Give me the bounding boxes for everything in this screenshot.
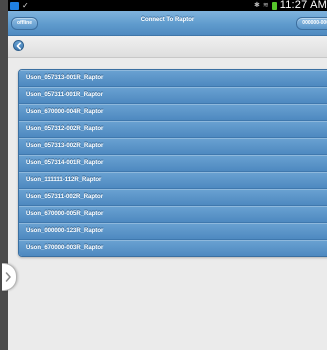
battery-icon — [271, 1, 277, 10]
back-arrow-icon — [16, 42, 21, 50]
list-item[interactable]: Uson_670000-005R_Raptor — [19, 206, 327, 223]
list-item[interactable]: Uson_057314-001R_Raptor — [19, 155, 327, 172]
list-item[interactable]: Uson_670000-004R_Raptor — [19, 104, 327, 121]
wifi-icon: ≋ — [262, 2, 269, 9]
list-item[interactable]: Uson_000000-123R_Raptor — [19, 223, 327, 240]
list-item[interactable]: Uson_670000-003R_Raptor — [19, 240, 327, 256]
list-item[interactable]: Uson_057313-001R_Raptor — [19, 70, 327, 87]
list-item[interactable]: Uson_057311-002R_Raptor — [19, 189, 327, 206]
list-item[interactable]: Uson_057311-001R_Raptor — [19, 87, 327, 104]
app-screen: ✓ ✱ ≋ 11:27 AM offline Connect To Raptor… — [8, 0, 327, 350]
notification-app-icon — [10, 1, 19, 10]
toolbar — [8, 36, 327, 58]
chevron-right-icon — [5, 272, 11, 282]
back-button[interactable] — [13, 40, 24, 51]
header-bar: offline Connect To Raptor 000000-000 — [8, 11, 327, 36]
list-item[interactable]: Uson_111111-112R_Raptor — [19, 172, 327, 189]
device-list: Uson_057313-001R_Raptor Uson_057311-001R_… — [18, 69, 327, 257]
status-bar: ✓ ✱ ≋ 11:27 AM — [8, 0, 327, 11]
list-item[interactable]: Uson_057312-002R_Raptor — [19, 121, 327, 138]
page-title: Connect To Raptor — [140, 17, 195, 23]
check-icon: ✓ — [22, 1, 29, 10]
clock: 11:27 AM — [279, 0, 327, 11]
status-left: ✓ — [10, 1, 29, 10]
list-item[interactable]: Uson_057313-002R_Raptor — [19, 138, 327, 155]
device-id-button[interactable]: 000000-000 — [296, 17, 327, 30]
bluetooth-icon: ✱ — [253, 2, 260, 9]
status-right: ✱ ≋ 11:27 AM — [254, 0, 327, 11]
